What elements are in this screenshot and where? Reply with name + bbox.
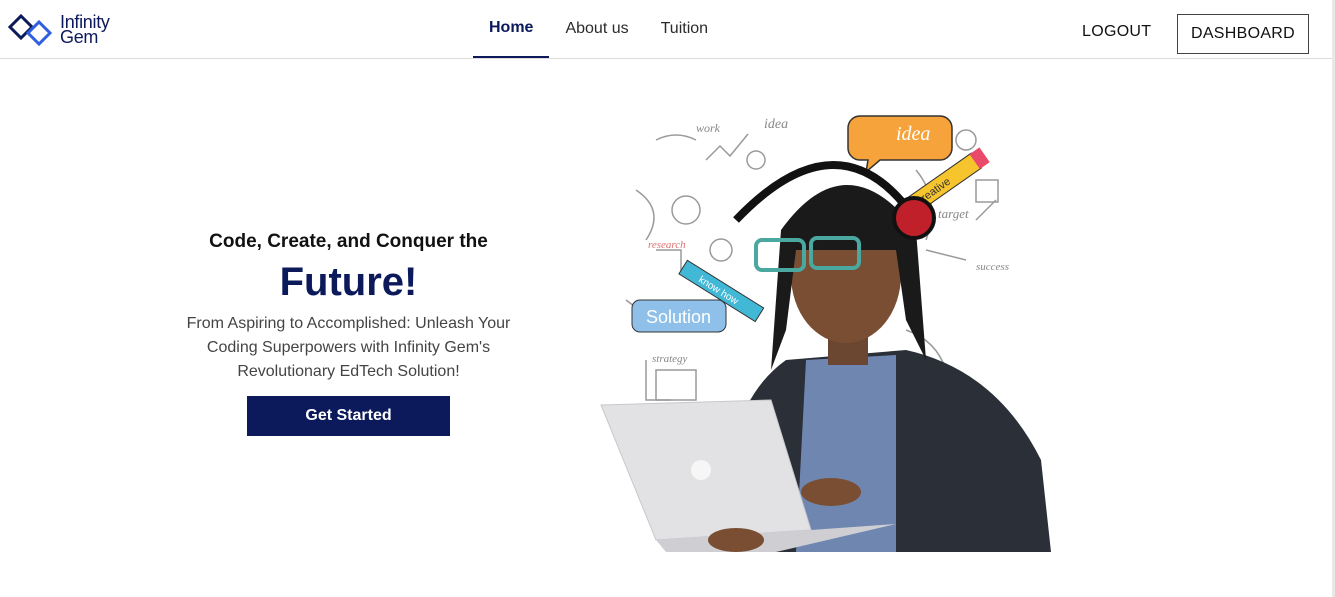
site-header: Infinity Gem Home About us Tuition LOGOU… bbox=[0, 0, 1335, 59]
doodle-research-text: research bbox=[648, 239, 686, 251]
hero-section: Code, Create, and Conquer the Future! Fr… bbox=[170, 228, 527, 436]
get-started-button[interactable]: Get Started bbox=[247, 396, 450, 436]
brand-name-line2: Gem bbox=[60, 27, 99, 47]
doodle-success-text: success bbox=[976, 261, 1009, 273]
doodle-solution-text: Solution bbox=[646, 307, 711, 327]
logout-link[interactable]: LOGOUT bbox=[1082, 23, 1151, 41]
dashboard-button[interactable]: DASHBOARD bbox=[1177, 14, 1309, 54]
doodle-idea-bubble-text: idea bbox=[896, 123, 930, 145]
hero-headline: Future! bbox=[279, 260, 418, 304]
hero-subtitle: From Aspiring to Accomplished: Unleash Y… bbox=[186, 315, 511, 380]
hero-tagline: Code, Create, and Conquer the bbox=[209, 231, 488, 252]
doodle-strategy-text: strategy bbox=[652, 353, 688, 365]
nav-tuition[interactable]: Tuition bbox=[645, 0, 724, 58]
brand-name: Infinity Gem bbox=[60, 13, 110, 47]
nav-about-us[interactable]: About us bbox=[549, 0, 644, 58]
doodle-work-text: work bbox=[696, 121, 721, 135]
brand-logo[interactable]: Infinity Gem bbox=[8, 12, 110, 48]
doodle-target-text: target bbox=[938, 206, 969, 221]
infinity-gem-logo-icon bbox=[8, 13, 52, 47]
main-nav: Home About us Tuition bbox=[473, 0, 724, 58]
doodle-idea-text: idea bbox=[764, 117, 788, 132]
hero-illustration: idea creative Solution know how work ide… bbox=[600, 115, 1051, 552]
nav-home[interactable]: Home bbox=[473, 0, 550, 58]
